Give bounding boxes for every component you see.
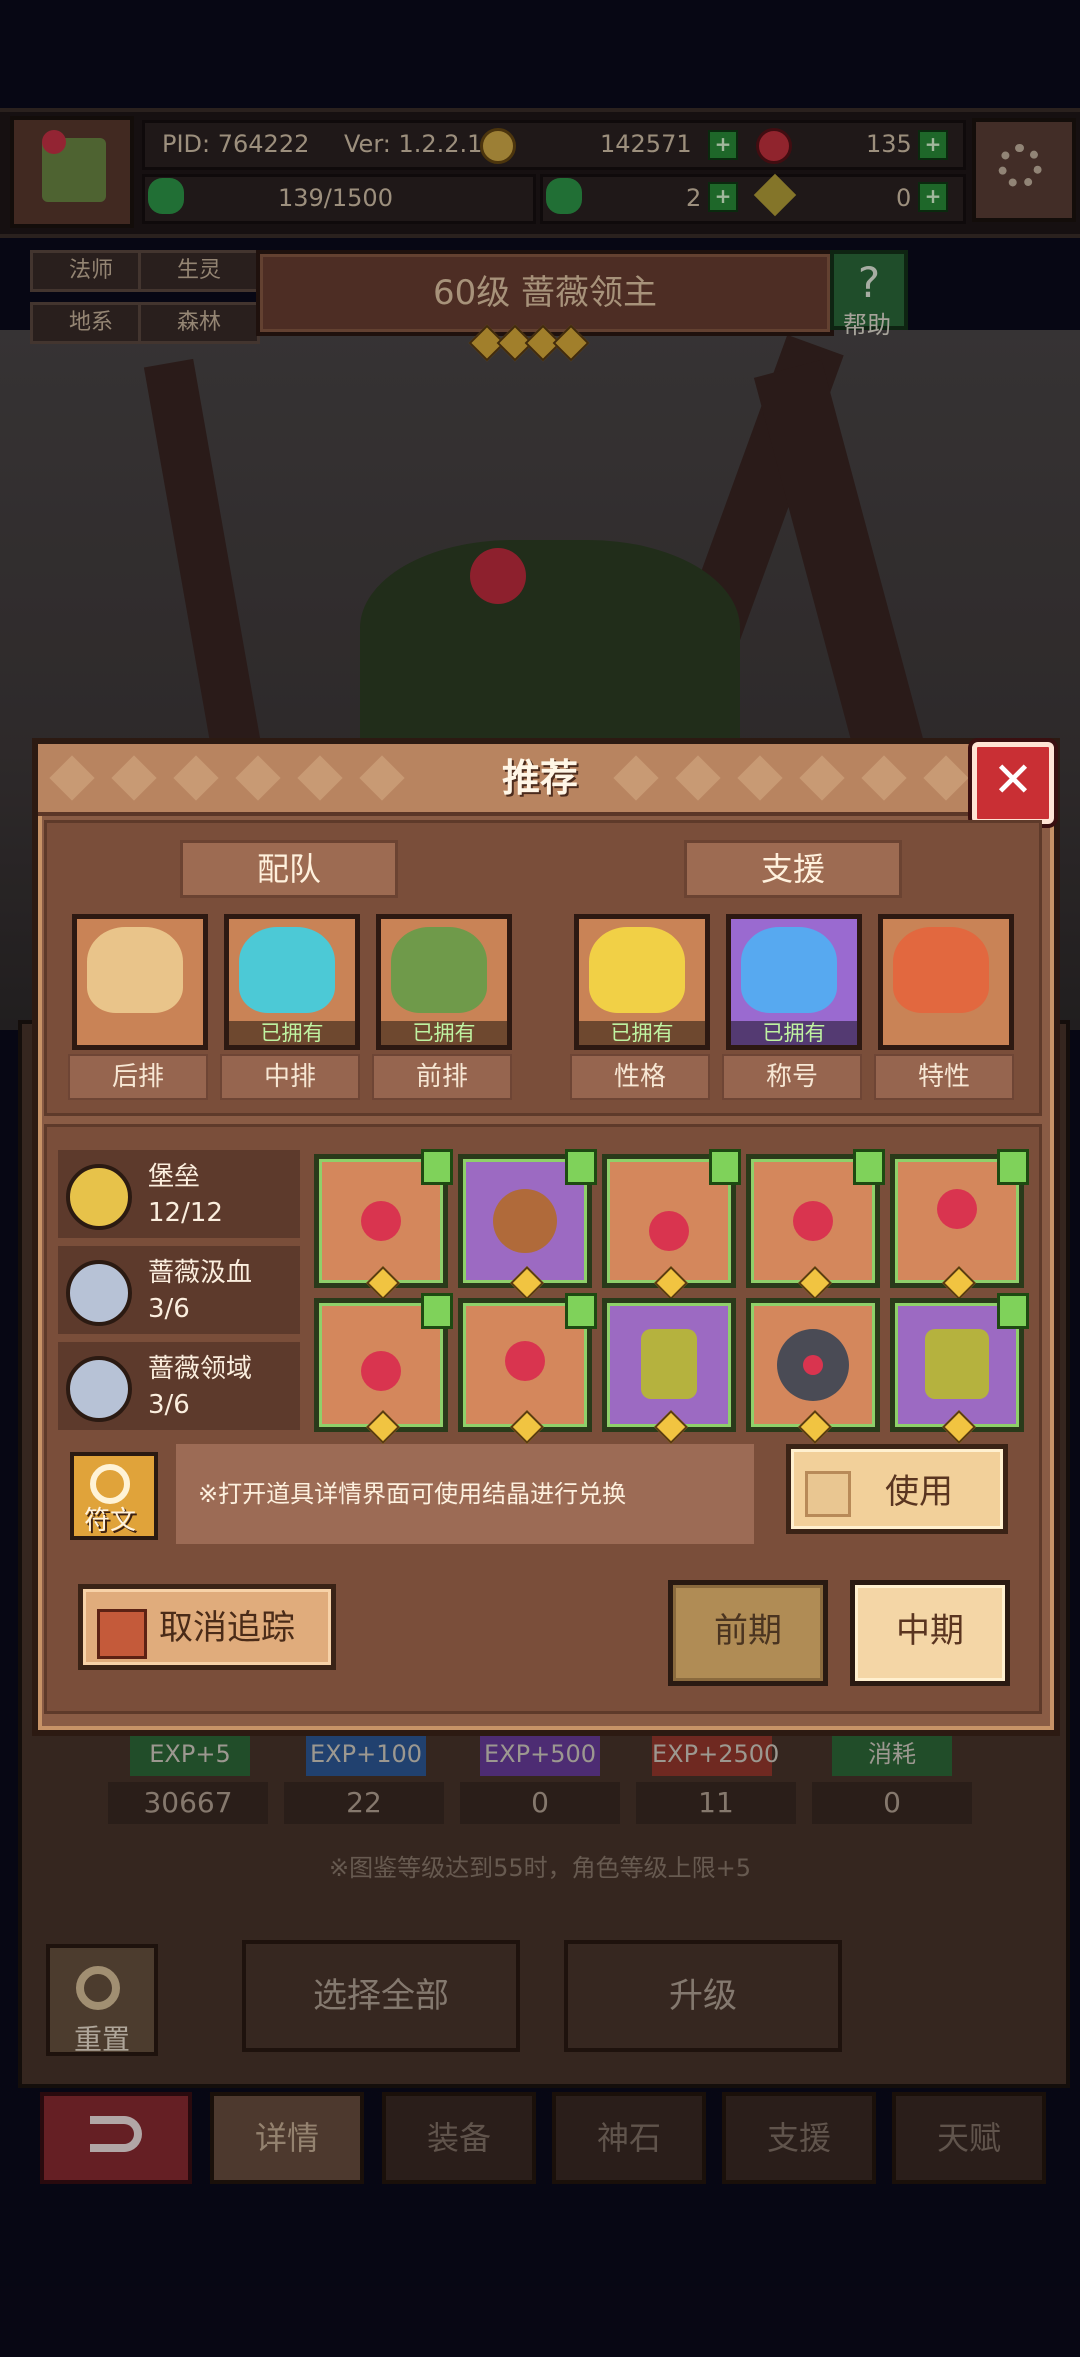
- support-portrait-personality[interactable]: 已拥有: [574, 914, 710, 1050]
- owned-badge: 已拥有: [381, 1021, 507, 1045]
- support-portrait-trait[interactable]: [878, 914, 1014, 1050]
- untrack-label: 取消追踪: [159, 1608, 295, 1648]
- support-portrait-title[interactable]: 已拥有: [726, 914, 862, 1050]
- gem-icon: [493, 1189, 557, 1253]
- support-header: 支援: [684, 840, 902, 898]
- team-portrait-front[interactable]: 已拥有: [376, 914, 512, 1050]
- rune-label: 符文: [83, 1506, 136, 1536]
- use-label: 使用: [885, 1472, 953, 1512]
- set-count: 3/6: [148, 1294, 190, 1324]
- hero-face: [741, 927, 837, 1013]
- upgrade-arrow-icon: [853, 1149, 885, 1185]
- support-slot-label: 性格: [570, 1054, 710, 1100]
- set-icon: [66, 1356, 132, 1422]
- team-header: 配队: [180, 840, 398, 898]
- set-count: 12/12: [148, 1198, 223, 1228]
- set-name: 蔷薇领域: [148, 1354, 253, 1384]
- upgrade-arrow-icon: [997, 1149, 1029, 1185]
- upgrade-arrow-icon: [997, 1293, 1029, 1329]
- thumb-up-icon: [97, 1609, 147, 1659]
- owned-badge: 已拥有: [579, 1021, 705, 1045]
- gem-icon: [649, 1211, 689, 1251]
- hero-face: [87, 927, 183, 1013]
- equipment-slot[interactable]: [458, 1293, 597, 1444]
- set-name: 蔷薇汲血: [148, 1258, 253, 1288]
- position-label: 前排: [372, 1054, 512, 1100]
- hero-face: [893, 927, 989, 1013]
- equipment-slot[interactable]: [314, 1293, 453, 1444]
- upgrade-arrow-icon: [709, 1149, 741, 1185]
- equipment-slot[interactable]: [746, 1298, 880, 1444]
- hero-face: [239, 927, 335, 1013]
- equipment-slot[interactable]: [890, 1293, 1029, 1444]
- owned-badge: 已拥有: [229, 1021, 355, 1045]
- upgrade-arrow-icon: [421, 1149, 453, 1185]
- set-name: 堡垒: [148, 1162, 201, 1192]
- hero-face: [391, 927, 487, 1013]
- untrack-button[interactable]: 取消追踪: [78, 1584, 336, 1670]
- support-slot-label: 称号: [722, 1054, 862, 1100]
- owned-badge: 已拥有: [731, 1021, 857, 1045]
- set-bonus-row[interactable]: 堡垒 12/12: [58, 1150, 300, 1238]
- position-label: 后排: [68, 1054, 208, 1100]
- team-portrait-middle[interactable]: 已拥有: [224, 914, 360, 1050]
- set-count: 3/6: [148, 1390, 190, 1420]
- equipment-slot[interactable]: [890, 1149, 1029, 1300]
- set-icon: [66, 1164, 132, 1230]
- equipment-slot[interactable]: [602, 1149, 741, 1300]
- equipment-slot[interactable]: [458, 1149, 597, 1300]
- upgrade-arrow-icon: [565, 1293, 597, 1329]
- equipment-slot[interactable]: [314, 1149, 453, 1300]
- phase-mid-button[interactable]: 中期: [850, 1580, 1010, 1686]
- team-portrait-back[interactable]: [72, 914, 208, 1050]
- equipment-slot[interactable]: [746, 1149, 885, 1300]
- set-bonus-row[interactable]: 蔷薇领域 3/6: [58, 1342, 300, 1430]
- use-button[interactable]: 使用: [786, 1444, 1008, 1534]
- gem-icon: [793, 1201, 833, 1241]
- hero-face: [589, 927, 685, 1013]
- gem-icon: [505, 1341, 545, 1381]
- gem-icon: [361, 1351, 401, 1391]
- gem-icon: [925, 1329, 989, 1399]
- gem-icon: [937, 1189, 977, 1229]
- checkbox-icon: [805, 1471, 851, 1517]
- set-icon: [66, 1260, 132, 1326]
- rune-swap-icon: [90, 1464, 130, 1504]
- set-bonus-row[interactable]: 蔷薇汲血 3/6: [58, 1246, 300, 1334]
- support-slot-label: 特性: [874, 1054, 1014, 1100]
- close-button[interactable]: ✕: [972, 742, 1054, 824]
- position-label: 中排: [220, 1054, 360, 1100]
- gem-icon: [641, 1329, 697, 1399]
- gem-icon: [361, 1201, 401, 1241]
- upgrade-arrow-icon: [421, 1293, 453, 1329]
- upgrade-arrow-icon: [565, 1149, 597, 1185]
- equipment-slot[interactable]: [602, 1298, 736, 1444]
- exchange-hint: ※打开道具详情界面可使用结晶进行兑换: [176, 1444, 754, 1544]
- gem-icon: [803, 1355, 823, 1375]
- phase-early-button[interactable]: 前期: [668, 1580, 828, 1686]
- modal-title: 推荐: [501, 756, 578, 800]
